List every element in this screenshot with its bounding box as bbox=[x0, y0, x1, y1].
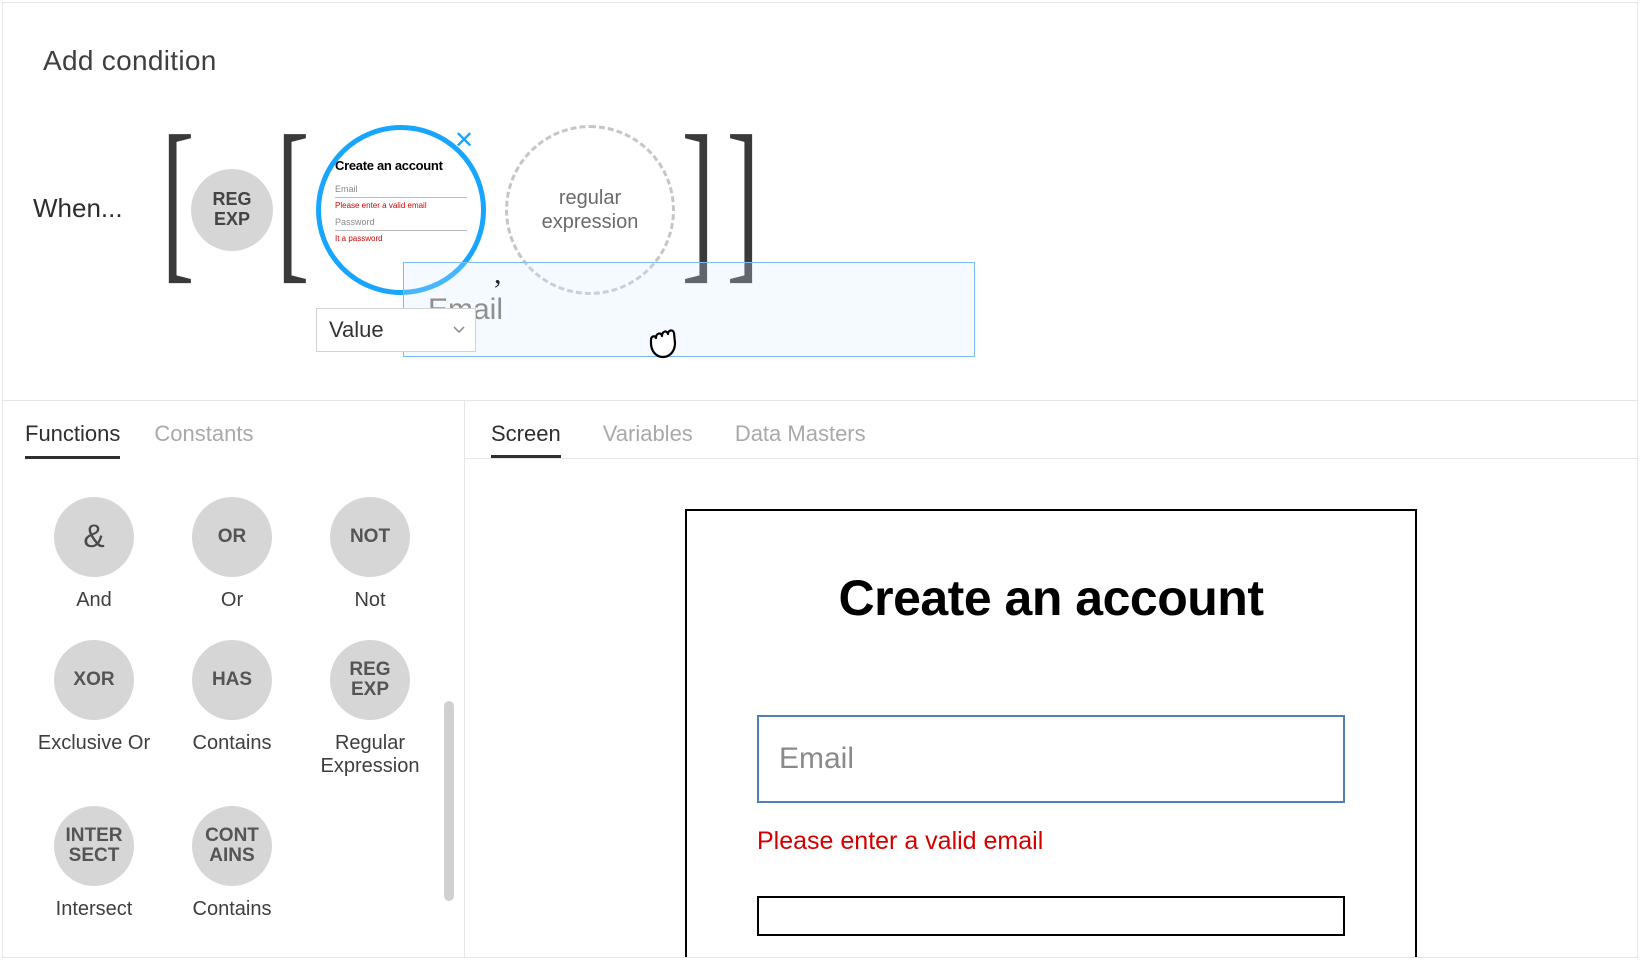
expression-builder: Add condition When... [ [ REG EXP Create… bbox=[3, 3, 1637, 401]
preview-email-input[interactable]: Email bbox=[757, 715, 1345, 803]
preview-email-placeholder: Email bbox=[779, 742, 854, 776]
function-item[interactable]: CONT AINS Contains bbox=[163, 806, 301, 921]
scrollbar-thumb[interactable] bbox=[444, 701, 454, 901]
function-icon: XOR bbox=[54, 640, 134, 720]
function-item[interactable]: NOT Not bbox=[301, 497, 439, 612]
preview-card[interactable]: Create an account Email Please enter a v… bbox=[685, 509, 1417, 957]
condition-editor: Add condition When... [ [ REG EXP Create… bbox=[2, 2, 1638, 958]
function-item[interactable]: & And bbox=[25, 497, 163, 612]
selected-token-password: Password bbox=[335, 214, 467, 231]
bottom-panels: Functions Constants & And OR Or NOT Not XOR Exc… bbox=[3, 401, 1637, 957]
selected-token-title: Create an account bbox=[335, 158, 467, 173]
function-label: Contains bbox=[193, 732, 272, 755]
preview-email-error: Please enter a valid email bbox=[757, 827, 1345, 856]
function-icon: CONT AINS bbox=[192, 806, 272, 886]
function-label: Exclusive Or bbox=[38, 732, 150, 755]
chevron-down-icon bbox=[453, 326, 465, 334]
function-icon: HAS bbox=[192, 640, 272, 720]
selected-token-email-error: Please enter a valid email bbox=[335, 201, 467, 210]
tab-screen[interactable]: Screen bbox=[491, 421, 561, 458]
function-item[interactable]: HAS Contains bbox=[163, 640, 301, 778]
function-label: Regular Expression bbox=[310, 732, 430, 778]
function-item[interactable]: REG EXP Regular Expression bbox=[301, 640, 439, 778]
function-label: Not bbox=[354, 589, 385, 612]
tab-data-masters[interactable]: Data Masters bbox=[735, 421, 866, 458]
grab-cursor-icon bbox=[641, 320, 683, 367]
preview-password-input[interactable] bbox=[757, 896, 1345, 936]
function-label: Or bbox=[221, 589, 243, 612]
bracket-inner-left: [ bbox=[276, 109, 309, 289]
function-label: Intersect bbox=[56, 898, 133, 921]
preview-area: Create an account Email Please enter a v… bbox=[465, 459, 1637, 957]
bracket-outer-left: [ bbox=[161, 109, 194, 289]
value-dropdown-label: Value bbox=[329, 317, 384, 343]
function-label: And bbox=[76, 589, 112, 612]
function-icon: INTER SECT bbox=[54, 806, 134, 886]
value-dropdown[interactable]: Value bbox=[316, 308, 476, 352]
tab-constants[interactable]: Constants bbox=[154, 421, 253, 459]
function-item[interactable]: INTER SECT Intersect bbox=[25, 806, 163, 921]
drag-ghost-box: Email bbox=[403, 262, 975, 357]
left-tabs: Functions Constants bbox=[3, 401, 464, 459]
regexp-placeholder-label: regular expression bbox=[508, 186, 672, 234]
function-icon: REG EXP bbox=[330, 640, 410, 720]
function-icon: & bbox=[54, 497, 134, 577]
function-item[interactable]: OR Or bbox=[163, 497, 301, 612]
tab-variables[interactable]: Variables bbox=[603, 421, 693, 458]
tab-functions[interactable]: Functions bbox=[25, 421, 120, 459]
expression-row: When... [ [ REG EXP Create an account Em… bbox=[33, 123, 1033, 363]
function-label: Contains bbox=[193, 898, 272, 921]
page-title: Add condition bbox=[43, 45, 1597, 77]
function-item[interactable]: XOR Exclusive Or bbox=[25, 640, 163, 778]
preview-panel: Screen Variables Data Masters Create an … bbox=[465, 401, 1637, 957]
preview-title: Create an account bbox=[757, 569, 1345, 627]
regexp-token[interactable]: REG EXP bbox=[191, 169, 273, 251]
function-icon: OR bbox=[192, 497, 272, 577]
close-icon[interactable]: ✕ bbox=[454, 126, 474, 155]
functions-grid: & And OR Or NOT Not XOR Exclusive Or HAS Contains… bbox=[3, 459, 464, 931]
when-label: When... bbox=[33, 193, 123, 224]
selected-token-password-error: It a password bbox=[335, 234, 467, 243]
right-tabs: Screen Variables Data Masters bbox=[465, 401, 1637, 459]
functions-panel: Functions Constants & And OR Or NOT Not XOR Exc… bbox=[3, 401, 465, 957]
function-icon: NOT bbox=[330, 497, 410, 577]
selected-token-email: Email bbox=[335, 181, 467, 198]
